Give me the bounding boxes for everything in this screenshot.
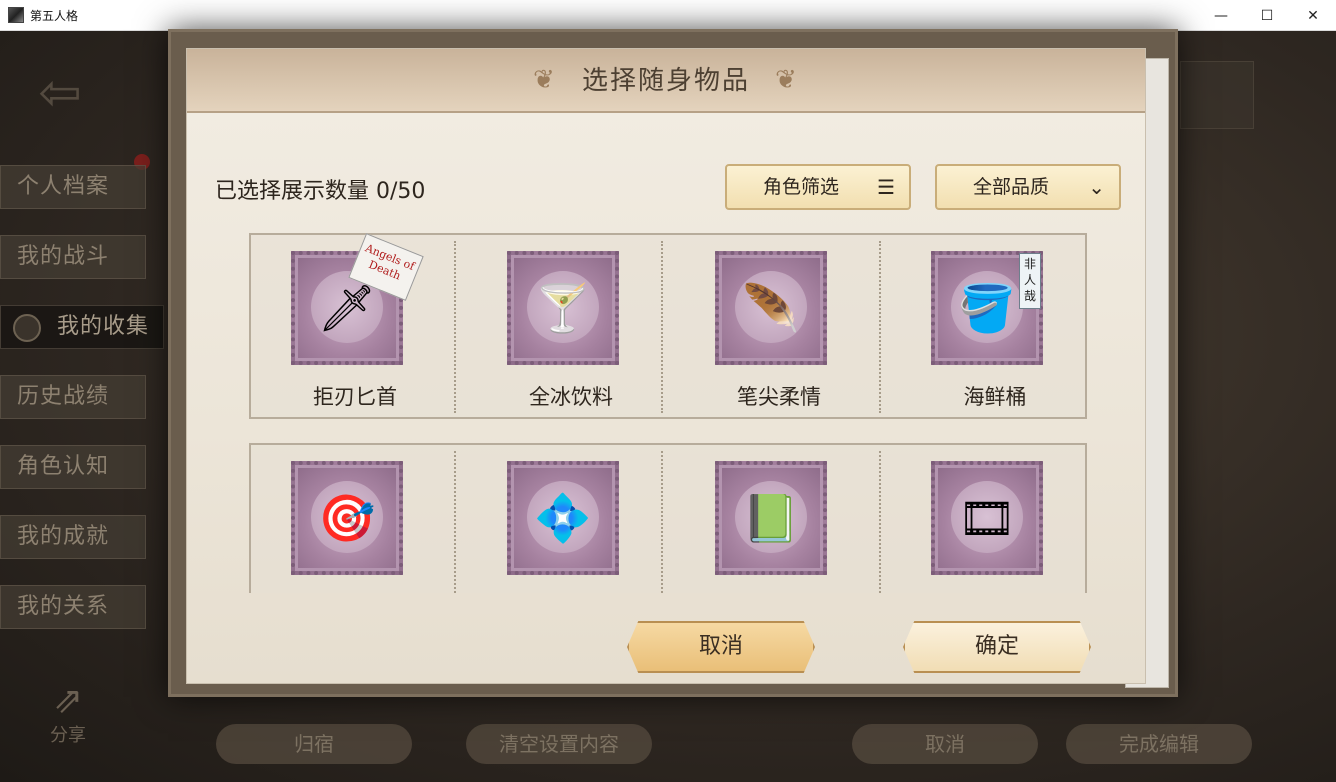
item-row-2: 🎯 💠 📗 🎞 [249, 443, 1087, 593]
green-book-icon: 📗 [742, 491, 800, 545]
modal-header: ❦ 选择随身物品 ❦ [187, 49, 1145, 113]
confirm-button[interactable]: 确定 [903, 621, 1091, 673]
cancel-button[interactable]: 取消 [627, 621, 815, 673]
role-filter-button[interactable]: 角色筛选 ☰ [725, 164, 911, 210]
background-cancel-button[interactable]: 取消 [852, 724, 1038, 764]
stamp-frame: 🗡 Angels of Death [291, 233, 424, 365]
quality-filter-dropdown[interactable]: 全部品质 ⌄ [935, 164, 1121, 210]
item-card[interactable]: 📗 [675, 445, 883, 593]
sidebar-item-battles[interactable]: 我的战斗 [0, 235, 146, 279]
seafood-bucket-icon: 🪣 [958, 281, 1016, 335]
sidebar-item-profile[interactable]: 个人档案 [0, 165, 146, 209]
share-icon: ⇗ [52, 680, 84, 721]
sidebar-item-achievements[interactable]: 我的成就 [0, 515, 146, 559]
exit-door-icon[interactable]: ⇦ [28, 61, 92, 125]
minimize-button[interactable]: — [1198, 0, 1244, 31]
stamp-frame: 📗 [715, 461, 827, 575]
stamp-frame: 💠 [507, 461, 619, 575]
quill-pen-icon: 🪶 [742, 281, 800, 335]
stamp-frame: 🪶 [715, 251, 827, 365]
selected-count-text: 已选择展示数量 0/50 [215, 179, 426, 204]
item-card[interactable]: 🎞 [891, 445, 1099, 593]
item-name: 海鲜桶 [963, 385, 1027, 409]
chevron-down-icon: ⌄ [1088, 175, 1105, 199]
item-card[interactable]: 🪶 笔尖柔情 [675, 235, 883, 417]
selected-count-value: 0/50 [376, 179, 426, 204]
ice-drink-icon: 🍸 [534, 281, 592, 335]
sidebar-item-character-knowledge[interactable]: 角色认知 [0, 445, 146, 489]
list-icon: ☰ [877, 175, 895, 199]
collection-badge-icon [13, 314, 41, 342]
target-icon: 🎯 [318, 491, 376, 545]
item-card[interactable]: 🗡 Angels of Death 拒刃匕首 [251, 233, 459, 417]
finish-editing-button[interactable]: 完成编辑 [1066, 724, 1252, 764]
sidebar-item-history[interactable]: 历史战绩 [0, 375, 146, 419]
item-name: 拒刃匕首 [313, 385, 397, 409]
item-card[interactable]: 🍸 全冰饮料 [467, 235, 675, 417]
modal-title: 选择随身物品 [581, 66, 750, 96]
crystal-plate-icon: 💠 [534, 491, 592, 545]
film-reel-icon: 🎞 [957, 491, 1017, 545]
stamp-frame: 🎯 [291, 461, 403, 575]
stamp-frame: 🎞 [931, 461, 1043, 575]
item-card[interactable]: 🎯 [251, 445, 459, 593]
item-name: 全冰饮料 [529, 385, 613, 409]
stamp-frame: 🍸 [507, 251, 619, 365]
sidebar-item-collection[interactable]: 我的收集 [0, 305, 164, 349]
maximize-button[interactable]: ☐ [1244, 0, 1290, 31]
clear-settings-button[interactable]: 清空设置内容 [466, 724, 652, 764]
item-tag: 非人哉 [1019, 253, 1041, 309]
item-card[interactable]: 💠 [467, 445, 675, 593]
stamp-frame: 🪣 非人哉 [931, 251, 1043, 365]
window-title: 第五人格 [30, 8, 79, 23]
home-button[interactable]: 归宿 [216, 724, 412, 764]
share-label: 分享 [50, 725, 86, 746]
item-card[interactable]: 🪣 非人哉 海鲜桶 [891, 235, 1099, 417]
share-button[interactable]: ⇗ 分享 [40, 681, 96, 747]
background-panel [1180, 61, 1254, 129]
window-controls: — ☐ ✕ [1198, 0, 1336, 31]
sidebar-item-relations[interactable]: 我的关系 [0, 585, 146, 629]
item-row-1: 🗡 Angels of Death 拒刃匕首 🍸 全冰饮料 🪶 笔尖柔情 🪣 非… [249, 233, 1087, 419]
item-name: 笔尖柔情 [737, 385, 821, 409]
knife-icon: 🗡 [317, 281, 377, 335]
window-titlebar: 第五人格 — ☐ ✕ [0, 0, 1336, 31]
laurel-right-icon: ❦ [775, 65, 797, 95]
app-icon [8, 7, 24, 23]
select-item-modal: ❦ 选择随身物品 ❦ 已选择展示数量 0/50 角色筛选 ☰ 全部品质 ⌄ 🗡 … [186, 48, 1146, 684]
close-button[interactable]: ✕ [1290, 0, 1336, 31]
